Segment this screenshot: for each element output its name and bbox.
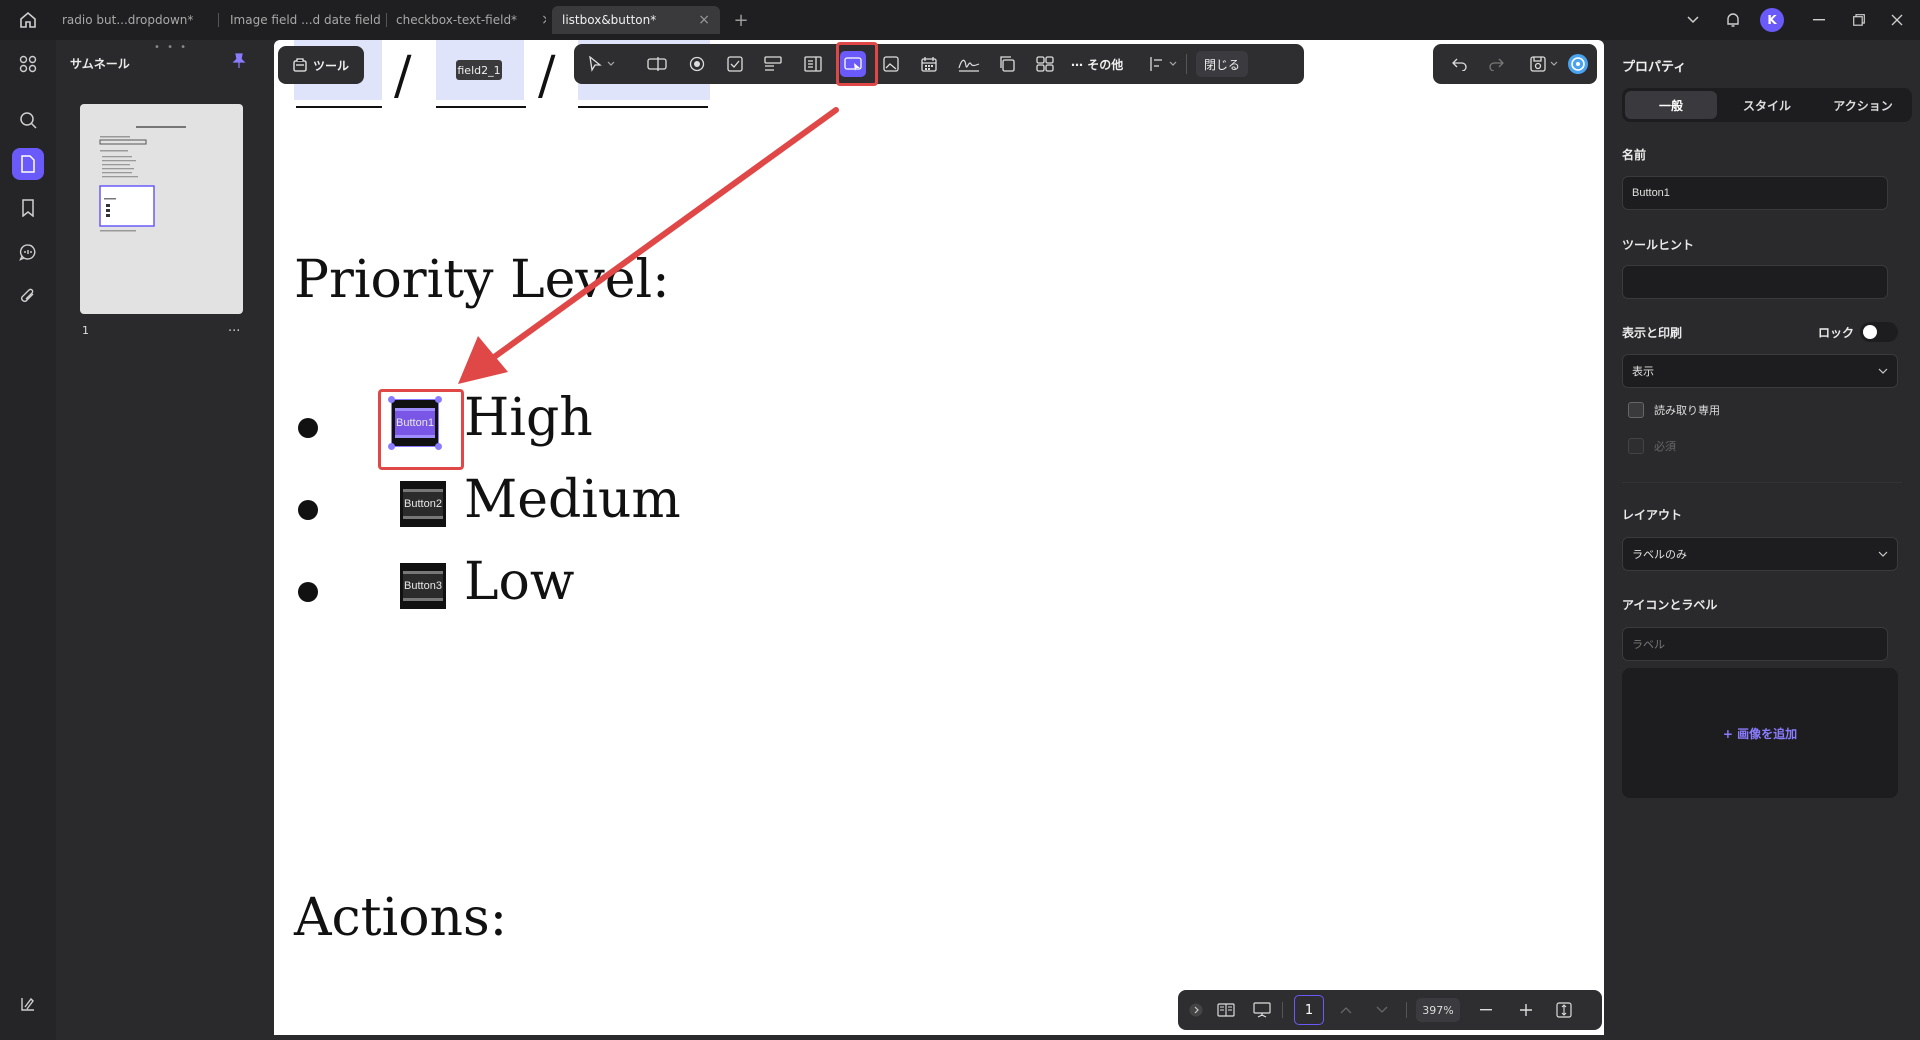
annotation-arrow <box>458 107 839 384</box>
app-window: radio but...dropdown* Image field ...d d… <box>0 0 1920 1040</box>
